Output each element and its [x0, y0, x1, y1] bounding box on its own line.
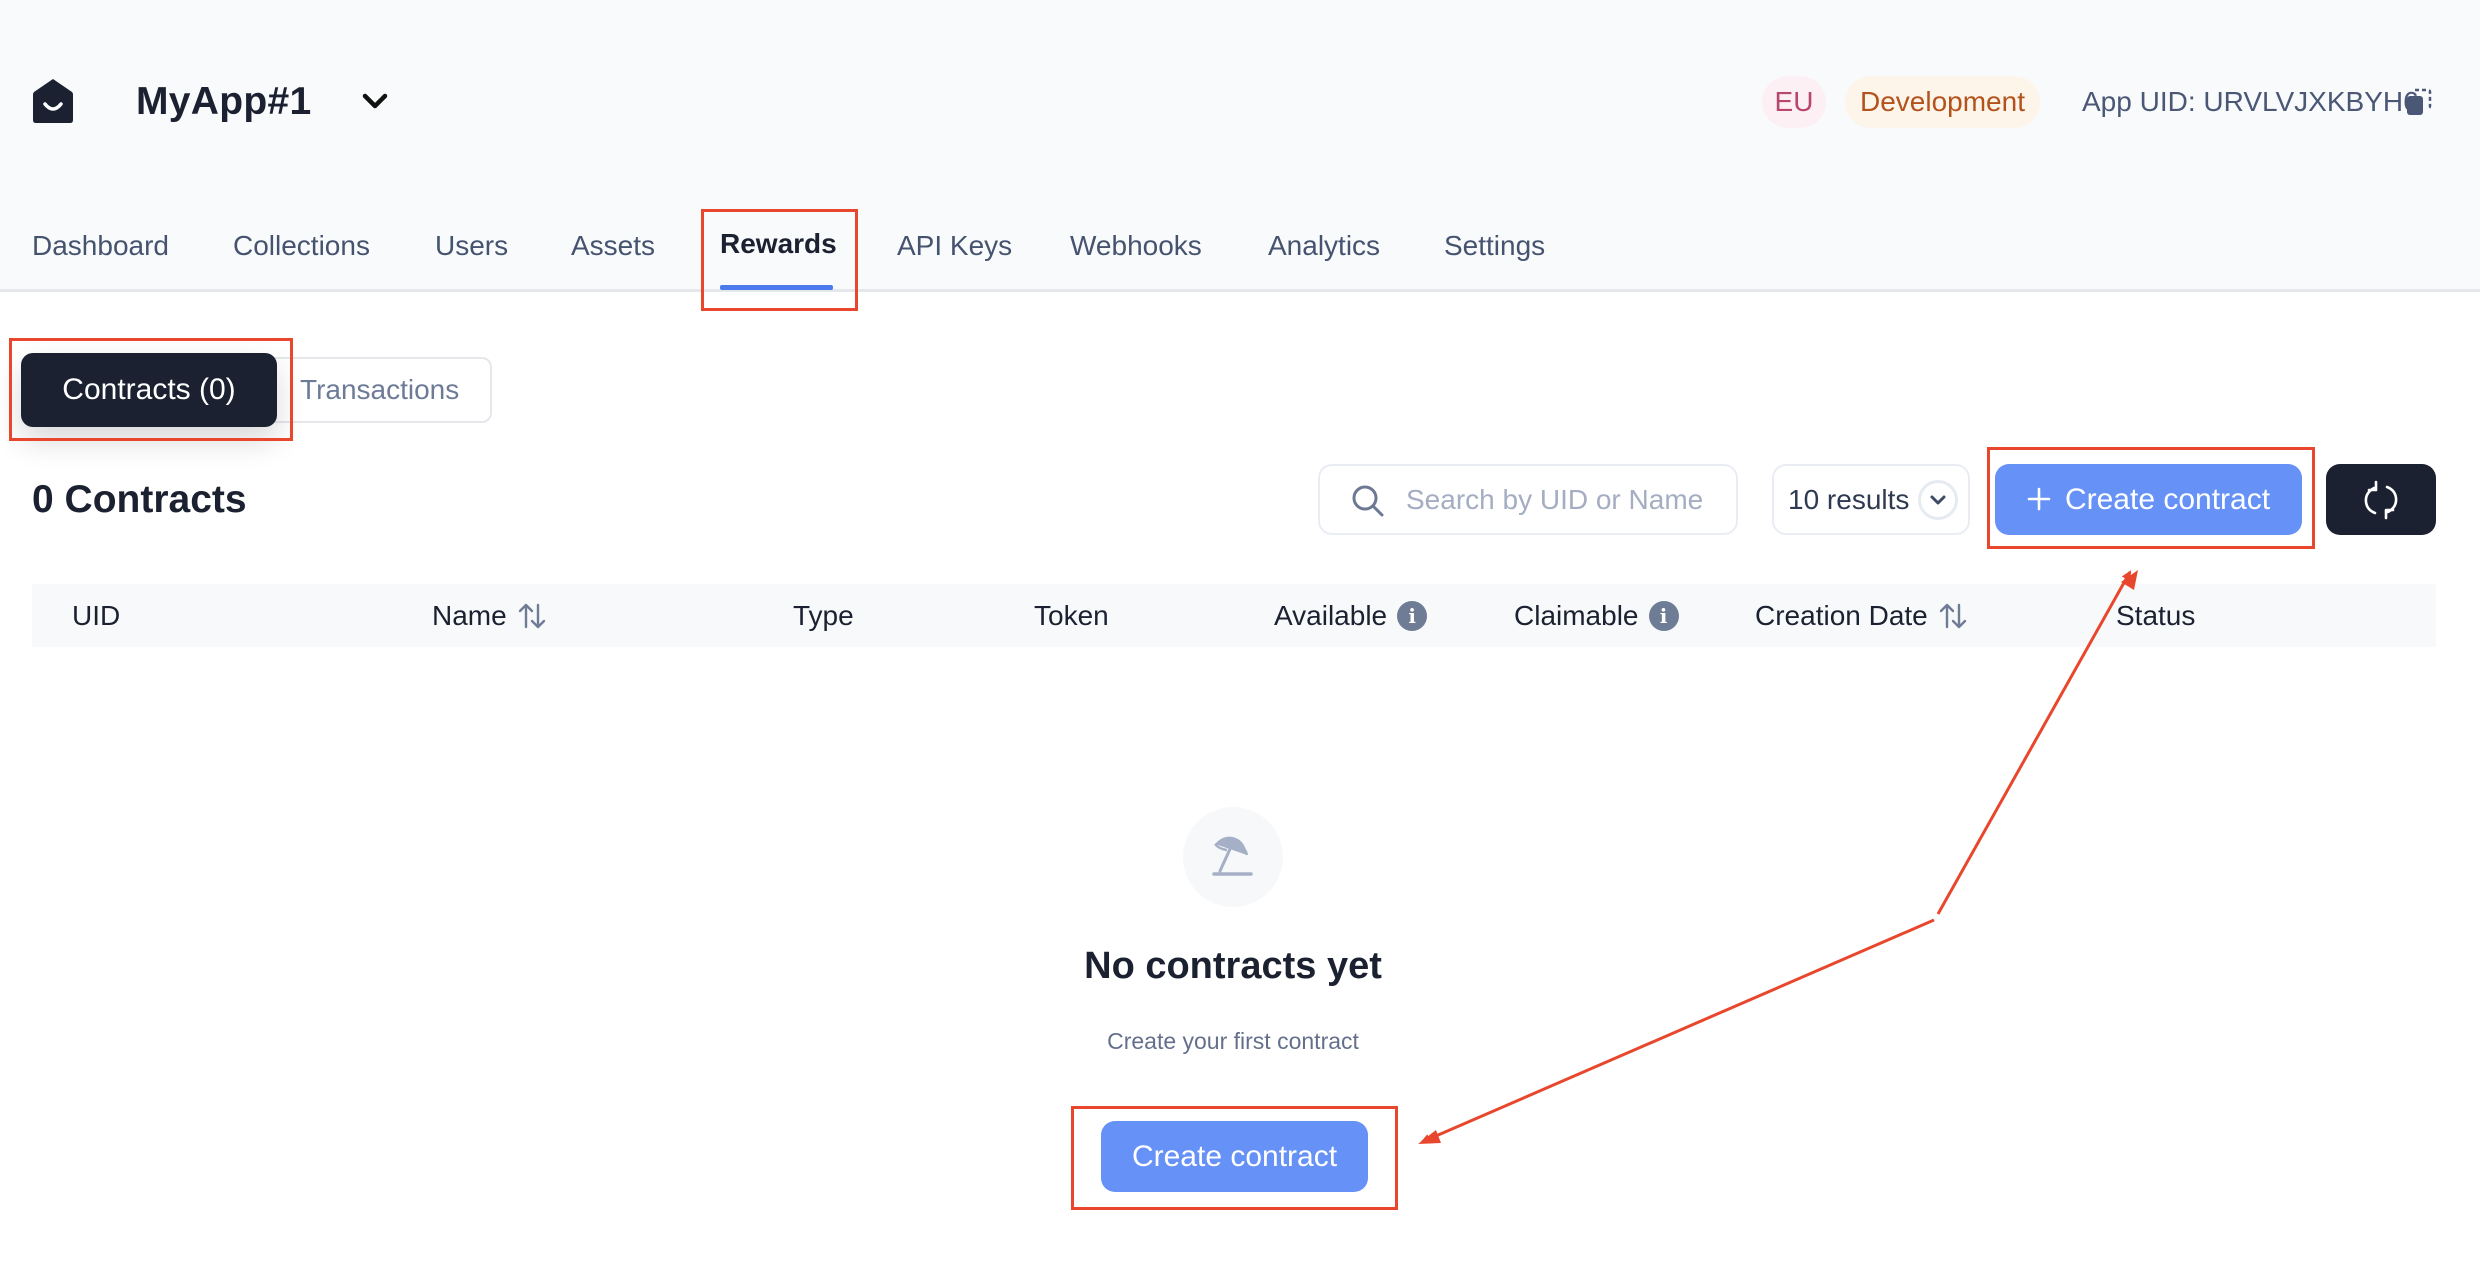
column-label: Name: [432, 600, 507, 631]
column-label: Available: [1274, 600, 1388, 631]
create-contract-button[interactable]: Create contract: [1995, 464, 2302, 535]
active-tab-indicator: [720, 285, 833, 290]
column-status: Status: [2116, 584, 2195, 647]
app-name: MyApp#1: [136, 80, 312, 123]
search-input[interactable]: [1406, 478, 1726, 522]
app-switcher-chevron-down-icon[interactable]: [358, 86, 392, 116]
copy-icon[interactable]: [2406, 88, 2432, 116]
column-creation-date[interactable]: Creation Date: [1755, 584, 1968, 647]
info-icon[interactable]: i: [1397, 600, 1428, 631]
column-label: Creation Date: [1755, 600, 1928, 631]
column-available: Available i: [1274, 584, 1428, 647]
contracts-count-title: 0 Contracts: [32, 478, 247, 521]
refresh-button[interactable]: [2326, 464, 2436, 535]
plus-icon: [2027, 487, 2051, 511]
tab-dashboard[interactable]: Dashboard: [32, 226, 169, 266]
column-label: Type: [793, 600, 854, 631]
tab-webhooks[interactable]: Webhooks: [1070, 226, 1202, 266]
results-per-page-select[interactable]: 10 results: [1772, 464, 1970, 535]
column-label: Status: [2116, 600, 2196, 631]
empty-state-create-contract-button[interactable]: Create contract: [1101, 1121, 1368, 1192]
tab-analytics[interactable]: Analytics: [1268, 226, 1380, 266]
subtab-contracts[interactable]: Contracts (0): [21, 353, 277, 427]
search-field: [1318, 464, 1738, 535]
tab-rewards[interactable]: Rewards: [720, 224, 837, 264]
info-icon[interactable]: i: [1648, 600, 1679, 631]
column-name[interactable]: Name: [432, 584, 547, 647]
search-icon: [1352, 485, 1384, 517]
results-per-page-value: 10 results: [1788, 484, 1910, 515]
app-header: [0, 0, 2480, 292]
tab-assets[interactable]: Assets: [571, 226, 655, 266]
empty-state-icon-container: [1183, 807, 1283, 907]
column-label: Claimable: [1514, 600, 1639, 631]
tab-collections[interactable]: Collections: [233, 226, 370, 266]
chevron-down-icon: [1930, 495, 1946, 505]
sort-icon[interactable]: [1938, 601, 1968, 631]
column-label: UID: [72, 600, 121, 631]
arrowhead-bottom: [1418, 1130, 1441, 1144]
column-uid: UID: [72, 584, 120, 647]
subtab-transactions[interactable]: Transactions: [262, 357, 492, 423]
beach-umbrella-icon: [1212, 836, 1253, 876]
tab-users[interactable]: Users: [435, 226, 508, 266]
column-label: Token: [1034, 600, 1109, 631]
results-chevron-container: [1918, 480, 1958, 520]
sort-icon[interactable]: [517, 601, 547, 631]
environment-badge: Development: [1845, 76, 2040, 128]
column-type: Type: [793, 584, 854, 647]
empty-state-title: No contracts yet: [1084, 945, 1382, 987]
column-claimable: Claimable i: [1514, 584, 1679, 647]
column-token: Token: [1034, 584, 1109, 647]
contracts-table-header: UID Name Type Token Available i Claimabl…: [32, 584, 2436, 647]
tab-api-keys[interactable]: API Keys: [897, 226, 1012, 266]
app-uid-label: App UID: URVLVJXKBYH6: [2082, 86, 2419, 117]
refresh-icon: [2364, 480, 2398, 520]
app-logo-icon: [33, 79, 73, 123]
region-badge: EU: [1762, 76, 1826, 128]
tab-settings[interactable]: Settings: [1444, 226, 1545, 266]
create-contract-label: Create contract: [2064, 483, 2271, 516]
empty-state-subtitle: Create your first contract: [1107, 1028, 1359, 1054]
